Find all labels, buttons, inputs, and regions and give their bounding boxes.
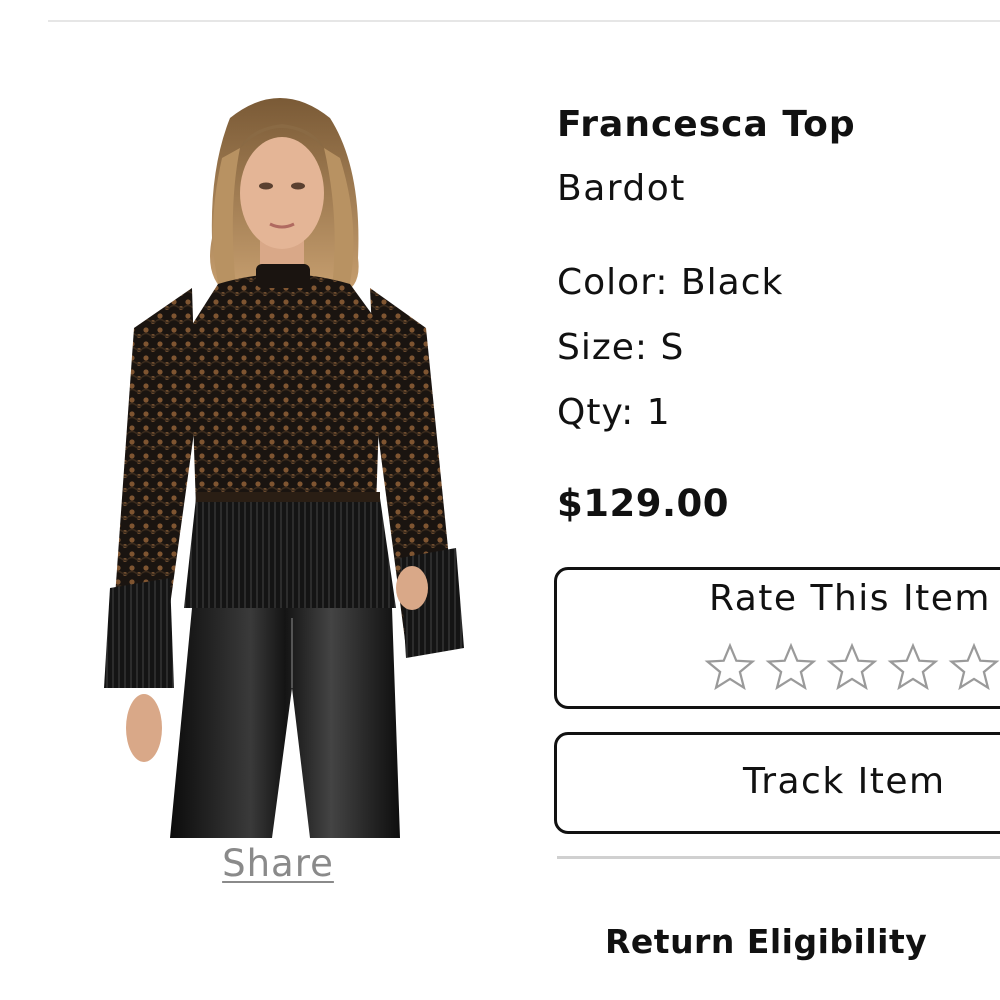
track-item-label: Track Item xyxy=(743,761,946,802)
star-outline-icon[interactable] xyxy=(764,640,820,696)
product-image[interactable] xyxy=(100,88,468,838)
product-color: Color: Black xyxy=(557,262,784,303)
return-eligibility-heading: Return Eligibility xyxy=(605,922,928,961)
rate-item-card[interactable]: Rate This Item xyxy=(554,567,1000,709)
star-rating[interactable] xyxy=(703,640,1000,696)
section-divider xyxy=(557,856,1000,859)
product-price: $129.00 xyxy=(557,482,730,525)
brand-name: Bardot xyxy=(557,168,686,209)
product-name: Francesca Top xyxy=(557,104,856,145)
star-outline-icon[interactable] xyxy=(947,640,1000,696)
product-details: Francesca Top Bardot Color: Black Size: … xyxy=(554,0,1000,1000)
star-outline-icon[interactable] xyxy=(703,640,759,696)
product-photo xyxy=(104,98,464,838)
product-size: Size: S xyxy=(557,327,685,368)
product-quantity: Qty: 1 xyxy=(557,392,671,433)
order-item-detail-page: Share Francesca Top Bardot Color: Black … xyxy=(0,0,1000,1000)
star-outline-icon[interactable] xyxy=(825,640,881,696)
track-item-button[interactable]: Track Item xyxy=(554,732,1000,834)
star-outline-icon[interactable] xyxy=(886,640,942,696)
share-link[interactable]: Share xyxy=(218,842,338,885)
rate-item-title: Rate This Item xyxy=(709,578,991,619)
